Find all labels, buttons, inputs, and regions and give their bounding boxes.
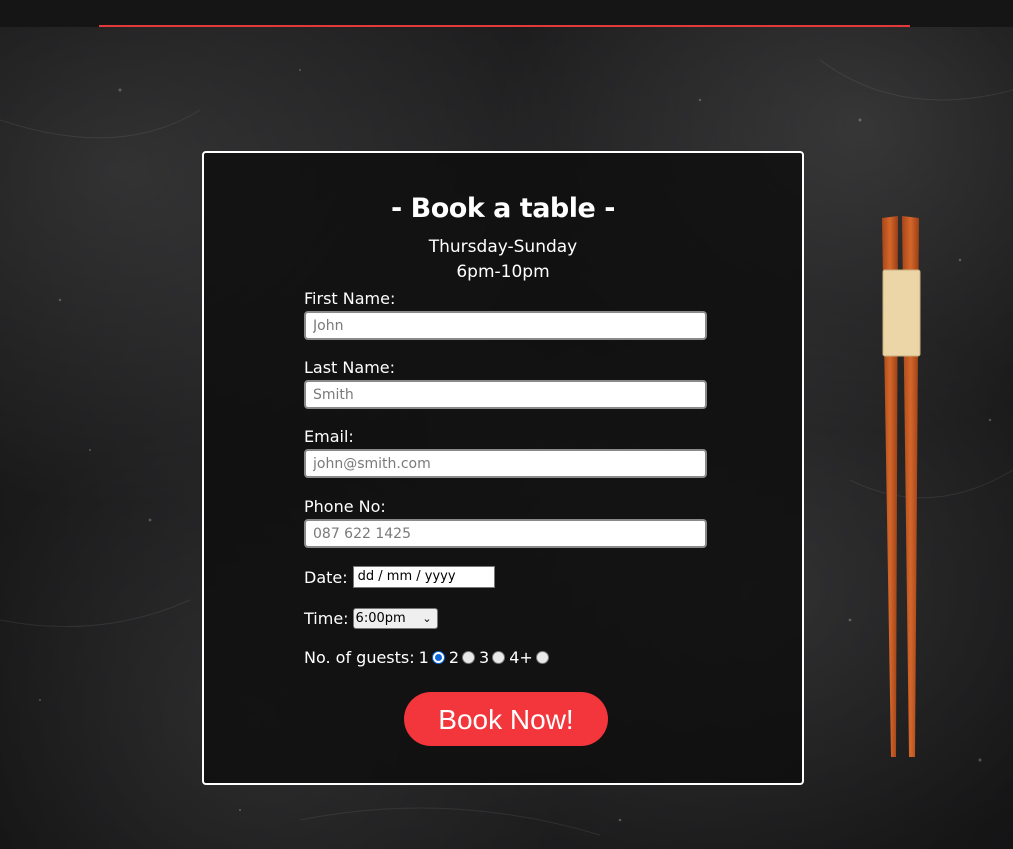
guest-option-label-3: 3 [479,648,490,667]
guest-option-label-1: 1 [418,648,429,667]
book-now-button[interactable]: Book Now! [404,692,608,746]
guest-radio-3[interactable] [492,651,506,664]
first-name-label: First Name: [304,289,396,308]
date-row: Date: dd / mm / yyyy [304,566,495,588]
guests-label: No. of guests: [304,648,415,667]
form-title: - Book a table - [391,193,615,224]
email-label: Email: [304,427,354,446]
last-name-label: Last Name: [304,358,396,377]
time-selected-value: 6:00pm [355,611,406,626]
time-row: Time: 6:00pm ⌄ [304,608,438,629]
guest-radio-1[interactable] [431,651,445,664]
navbar-accent-line [99,25,910,27]
chevron-down-icon: ⌄ [422,612,432,625]
first-name-input[interactable] [304,311,707,340]
opening-times: 6pm-10pm [456,262,550,282]
chopsticks-image [882,216,921,757]
guest-option-label-2: 2 [448,648,460,667]
phone-input[interactable] [304,519,707,548]
opening-days: Thursday-Sunday [428,237,578,257]
time-select[interactable]: 6:00pm ⌄ [352,608,438,629]
phone-label: Phone No: [304,497,386,516]
email-input[interactable] [304,449,707,478]
booking-form-card: - Book a table - Thursday-Sunday 6pm-10p… [202,151,804,785]
time-label: Time: [304,609,349,628]
opening-hours: Thursday-Sunday 6pm-10pm [204,235,802,285]
top-navbar [0,0,1013,27]
guest-radio-2[interactable] [462,651,476,664]
date-input[interactable]: dd / mm / yyyy [352,566,495,588]
last-name-input[interactable] [304,380,707,409]
guest-radio-4plus[interactable] [535,651,549,664]
guest-option-label-4plus: 4+ [509,648,533,667]
date-label: Date: [304,567,348,587]
guests-row: No. of guests: 1 2 3 4+ [304,648,553,667]
